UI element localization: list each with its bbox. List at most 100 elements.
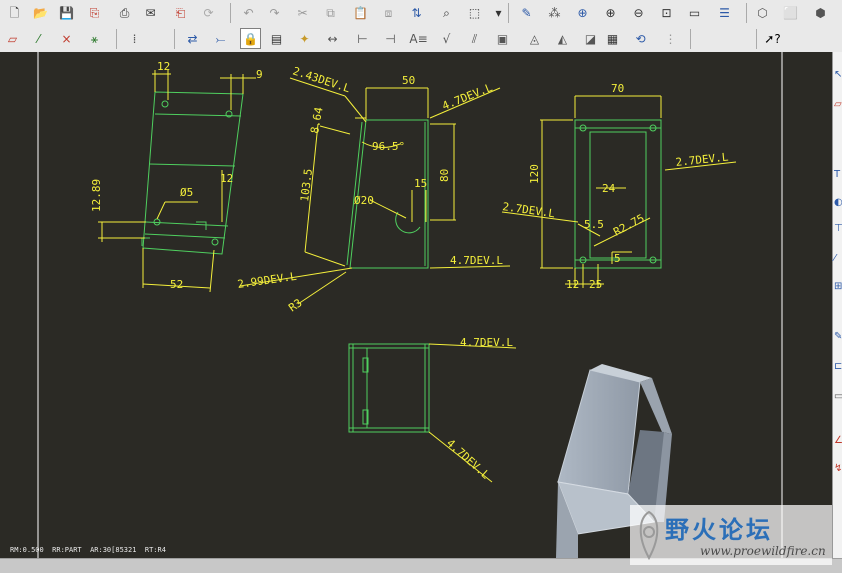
email-button[interactable]: ✉ bbox=[140, 2, 161, 23]
export-button[interactable]: ⎗ bbox=[170, 2, 191, 23]
geometric-tolerance-button[interactable]: ⫽ bbox=[464, 28, 485, 49]
redo-button[interactable]: ↷ bbox=[264, 2, 285, 23]
copy-button[interactable]: ⧉ bbox=[320, 2, 341, 23]
update-table-button[interactable]: ⟲ bbox=[630, 28, 651, 49]
v1-bottom-dim[interactable]: 52 bbox=[170, 278, 183, 291]
v2-dev-br-dim[interactable]: 4.7DEV.L bbox=[450, 254, 503, 267]
v3-small-dim[interactable]: 5.5 bbox=[584, 218, 604, 231]
panel-view-icon[interactable]: ⊞ bbox=[834, 282, 842, 292]
panel-edit-icon[interactable]: ✎ bbox=[834, 332, 842, 342]
datum-plane-display-button[interactable]: ⏥ bbox=[2, 28, 23, 49]
v2-hole-dim[interactable]: Ø20 bbox=[354, 194, 374, 207]
v2-dev-tl-dim[interactable]: 2.43DEV.L bbox=[291, 64, 352, 95]
v1-top-b-dim[interactable]: 9 bbox=[256, 68, 263, 81]
fit-view-button[interactable]: ⊡ bbox=[656, 2, 677, 23]
datum-axis-display-button[interactable]: ⁄ bbox=[28, 28, 49, 49]
panel-arrow-icon[interactable]: ↖ bbox=[834, 70, 842, 80]
zoom-in-button[interactable]: ⊕ bbox=[600, 2, 621, 23]
v1-right-dim[interactable]: 12 bbox=[220, 172, 233, 185]
v3-inner-dim[interactable]: 24 bbox=[602, 182, 616, 195]
v3-radius-dim[interactable]: R2.75 bbox=[611, 212, 646, 239]
balloon-button[interactable]: ◬ bbox=[524, 28, 545, 49]
v2-offset-dim[interactable]: 15 bbox=[414, 177, 427, 190]
v2-dev-bl-dim[interactable]: 2.99DEV.L bbox=[237, 270, 298, 291]
new-file-button[interactable]: 🗋 bbox=[4, 2, 25, 23]
select-box-button[interactable]: ⬚ bbox=[464, 2, 485, 23]
grid-table-button[interactable]: ▦ bbox=[602, 28, 623, 49]
v3-top-dim[interactable]: 70 bbox=[611, 82, 624, 95]
reference-dimension-button[interactable]: ⊣ bbox=[380, 28, 401, 49]
save-copy-button[interactable]: ⎘ bbox=[84, 2, 105, 23]
layers-button[interactable]: ☰ bbox=[714, 2, 735, 23]
view-front-button[interactable]: ⬜ bbox=[780, 2, 801, 23]
v2-slant-dim[interactable]: 103.5 bbox=[298, 168, 315, 202]
v1-hole-dim[interactable]: Ø5 bbox=[180, 186, 193, 199]
panel-circle-icon[interactable]: ◐ bbox=[834, 198, 842, 208]
v3-dev-r-dim[interactable]: 2.7DEV.L bbox=[675, 150, 729, 169]
coordinate-system-display-button[interactable]: ⚹ bbox=[84, 28, 105, 49]
v2-radius-dim[interactable]: R3 bbox=[286, 296, 304, 314]
drawing-sheet[interactable]: 12 9 12.89 Ø5 12 52 2.43DEV.L 50 4.7DEV.… bbox=[0, 52, 832, 558]
open-button[interactable]: 📂 bbox=[30, 2, 51, 23]
repaint-button[interactable]: ▭ bbox=[684, 2, 705, 23]
move-view-button[interactable]: ⤚ bbox=[210, 28, 231, 49]
note-button[interactable]: A≡ bbox=[408, 28, 429, 49]
lock-view-button[interactable]: 🔒 bbox=[240, 28, 261, 49]
sketch-button[interactable]: ✎ bbox=[516, 2, 537, 23]
drawing-canvas[interactable]: 12 9 12.89 Ø5 12 52 2.43DEV.L 50 4.7DEV.… bbox=[0, 52, 832, 558]
surface-finish-button[interactable]: √ bbox=[436, 28, 457, 49]
v4-dev-r-dim[interactable]: 4.7DEV.L bbox=[460, 336, 513, 349]
datum-button[interactable]: ⁂ bbox=[544, 2, 565, 23]
v2-angle-dim[interactable]: 96.5° bbox=[372, 140, 405, 153]
panel-sheet-icon[interactable]: ▭ bbox=[834, 392, 842, 402]
v2-dev-tr-dim[interactable]: 4.7DEV.L bbox=[440, 81, 494, 113]
view-named-button[interactable]: ⬢ bbox=[810, 2, 831, 23]
zoom-out-button[interactable]: ⊖ bbox=[628, 2, 649, 23]
view-3-front[interactable]: 70 2.7DEV.L 120 24 2.7DEV.L 5.5 R2.75 5 … bbox=[502, 82, 737, 291]
paste-button[interactable]: 📋 bbox=[350, 2, 371, 23]
context-help-button[interactable]: ➚? bbox=[762, 28, 783, 49]
v2-top-dim[interactable]: 50 bbox=[402, 74, 415, 87]
regenerate-disabled-button[interactable]: ⟳ bbox=[198, 2, 219, 23]
table-button[interactable]: ▤ bbox=[266, 28, 287, 49]
v1-top-a-dim[interactable]: 12 bbox=[157, 60, 170, 73]
view-4-top[interactable]: 4.7DEV.L 4.7DEV.L bbox=[348, 336, 517, 483]
datum-feature-button[interactable]: ▣ bbox=[492, 28, 513, 49]
paste-special-button[interactable]: ⧈ bbox=[378, 2, 399, 23]
v1-left-dim[interactable]: 12.89 bbox=[90, 179, 103, 212]
zoom-area-button[interactable]: ⊕ bbox=[572, 2, 593, 23]
v3-bot-dim[interactable]: 5 bbox=[614, 252, 621, 265]
cut-button[interactable]: ✂ bbox=[292, 2, 313, 23]
hidden-line-button[interactable]: ⁞ bbox=[124, 28, 145, 49]
panel-plane-icon[interactable]: ⏥ bbox=[834, 100, 842, 110]
v3-left-b-dim[interactable]: 25 bbox=[589, 278, 602, 291]
v3-left-a-dim[interactable]: 12 bbox=[566, 278, 579, 291]
panel-crop-icon[interactable]: ⊏ bbox=[834, 362, 842, 372]
view-2-side[interactable]: 2.43DEV.L 50 4.7DEV.L 8.64 96.5° 103.5 8… bbox=[237, 64, 511, 314]
v4-dev-br-dim[interactable]: 4.7DEV.L bbox=[444, 437, 492, 482]
view-iso-button[interactable]: ⬡ bbox=[752, 2, 773, 23]
v2-height-dim[interactable]: 80 bbox=[438, 169, 451, 182]
datum-points-display-button[interactable]: × bbox=[56, 28, 77, 49]
panel-text-icon[interactable]: T bbox=[834, 170, 840, 180]
print-button[interactable]: ⎙ bbox=[114, 2, 135, 23]
regenerate-view-button[interactable]: ⇄ bbox=[182, 28, 203, 49]
dimension-button[interactable]: ↔ bbox=[322, 28, 343, 49]
cosmetic-button[interactable]: ◪ bbox=[580, 28, 601, 49]
v3-dev-l-dim[interactable]: 2.7DEV.L bbox=[502, 200, 557, 220]
panel-angle-icon[interactable]: ∠ bbox=[834, 436, 842, 446]
regenerate-button[interactable]: ⇅ bbox=[406, 2, 427, 23]
view-1-flat-pattern[interactable]: 12 9 12.89 Ø5 12 52 bbox=[90, 60, 263, 293]
v2-side-small-dim[interactable]: 8.64 bbox=[308, 106, 325, 135]
panel-line-icon[interactable]: ⁄ bbox=[834, 254, 836, 264]
panel-trace-icon[interactable]: ↯ bbox=[834, 464, 842, 474]
show-annotations-button[interactable]: ✦ bbox=[294, 28, 315, 49]
undo-button[interactable]: ↶ bbox=[238, 2, 259, 23]
v3-height-dim[interactable]: 120 bbox=[528, 164, 541, 184]
panel-tool-icon[interactable]: ⊤ bbox=[834, 224, 842, 234]
select-dropdown-button[interactable]: ▾ bbox=[488, 2, 509, 23]
sheet-setup-button[interactable]: ⋮ bbox=[660, 28, 681, 49]
save-button[interactable]: 💾 bbox=[56, 2, 77, 23]
find-button[interactable]: ⌕ bbox=[436, 2, 457, 23]
ordinate-dimension-button[interactable]: ⊢ bbox=[352, 28, 373, 49]
